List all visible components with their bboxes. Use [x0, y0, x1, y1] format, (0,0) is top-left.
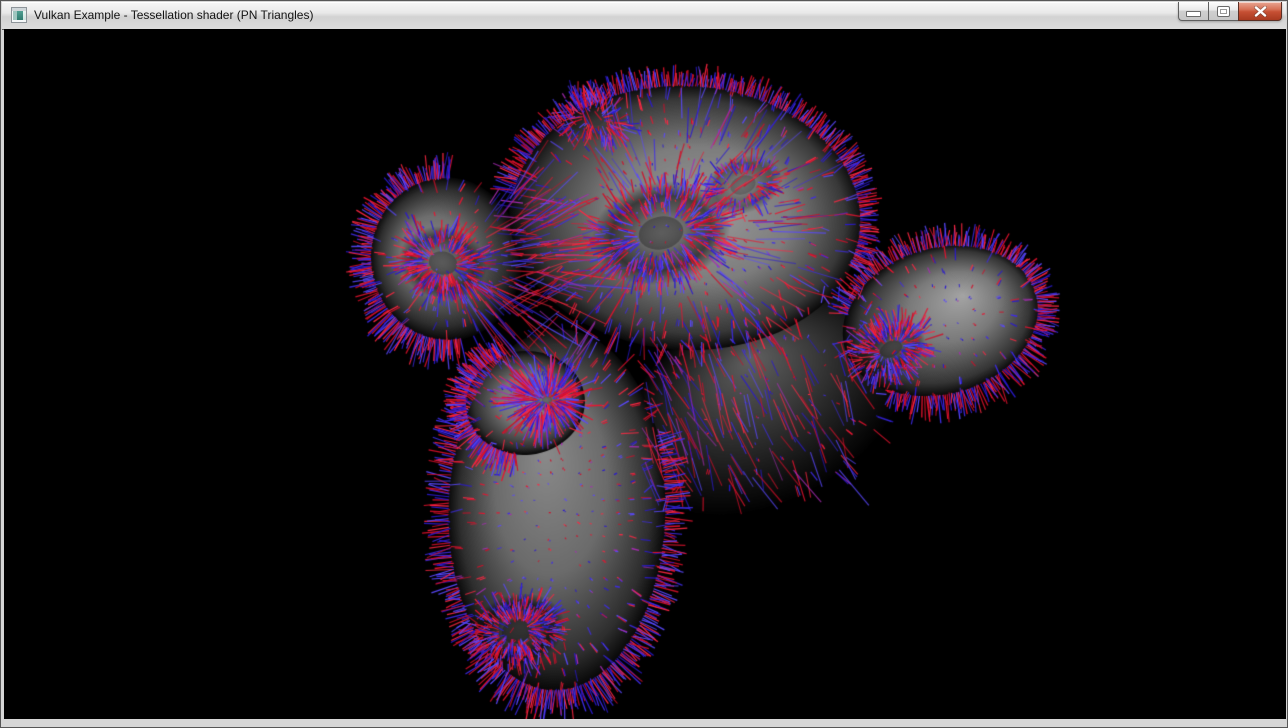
close-button[interactable]	[1238, 2, 1282, 21]
minimize-button[interactable]	[1178, 2, 1208, 21]
render-viewport[interactable]	[4, 29, 1286, 719]
vulkan-render-canvas[interactable]	[4, 29, 1286, 719]
close-icon	[1254, 6, 1267, 17]
window-title: Vulkan Example - Tessellation shader (PN…	[34, 2, 313, 29]
app-window: Vulkan Example - Tessellation shader (PN…	[0, 0, 1288, 728]
window-controls	[1178, 2, 1282, 21]
maximize-icon	[1217, 6, 1230, 17]
minimize-icon	[1186, 11, 1201, 17]
application-icon	[11, 7, 27, 23]
maximize-button[interactable]	[1208, 2, 1238, 21]
title-bar[interactable]: Vulkan Example - Tessellation shader (PN…	[2, 2, 1286, 30]
